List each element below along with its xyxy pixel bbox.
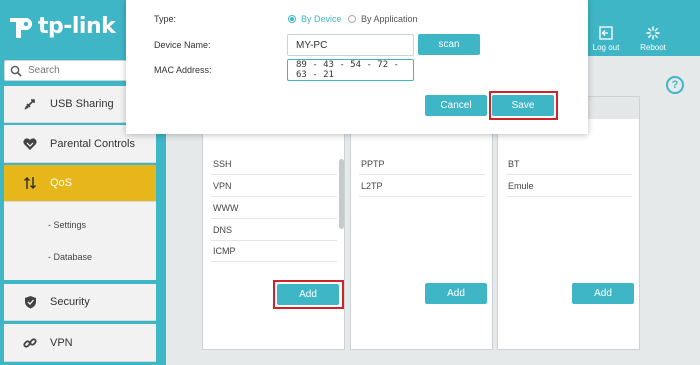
divider bbox=[211, 174, 337, 175]
service-item[interactable]: Emule bbox=[508, 181, 534, 191]
divider bbox=[211, 196, 337, 197]
sidebar-item-label: QoS bbox=[50, 177, 73, 189]
brand-name: tp-link bbox=[38, 13, 116, 39]
qos-arrows-icon bbox=[22, 176, 38, 190]
reboot-label: Reboot bbox=[640, 43, 666, 52]
sidebar-item-qos[interactable]: QoS bbox=[4, 165, 156, 202]
vpn-icon bbox=[22, 336, 38, 350]
service-item[interactable]: ICMP bbox=[213, 246, 236, 256]
highlight-box bbox=[273, 280, 344, 309]
scrollbar[interactable] bbox=[339, 159, 344, 229]
service-item[interactable]: PPTP bbox=[361, 159, 385, 169]
sidebar-item-vpn[interactable]: VPN bbox=[4, 324, 156, 362]
shield-icon bbox=[22, 295, 38, 309]
search-placeholder: Search bbox=[28, 65, 60, 76]
radio-label: By Device bbox=[301, 14, 342, 24]
radio-by-application[interactable]: By Application bbox=[348, 14, 418, 24]
divider bbox=[506, 174, 632, 175]
radio-by-device[interactable]: By Device bbox=[288, 14, 342, 24]
service-panel-1: SSH VPN WWW DNS ICMP bbox=[202, 96, 345, 350]
device-name-label: Device Name: bbox=[154, 40, 211, 50]
add-device-dialog: Type: By Device By Application Device Na… bbox=[126, 0, 588, 134]
radio-label: By Application bbox=[361, 14, 418, 24]
divider bbox=[359, 196, 485, 197]
service-item[interactable]: DNS bbox=[213, 225, 232, 235]
divider bbox=[359, 174, 485, 175]
add-button-panel-3[interactable]: Add bbox=[572, 283, 634, 304]
sidebar-item-label: Parental Controls bbox=[50, 137, 135, 150]
sidebar-item-label: VPN bbox=[50, 336, 73, 349]
mac-address-field[interactable]: 89 - 43 - 54 - 72 - 63 - 21 bbox=[287, 59, 414, 81]
radio-dot-icon bbox=[348, 15, 356, 23]
search-icon bbox=[10, 65, 22, 77]
sidebar-item-label: Security bbox=[50, 296, 90, 308]
service-item[interactable]: WWW bbox=[213, 203, 238, 213]
reboot-button[interactable]: Reboot bbox=[631, 26, 675, 52]
tp-link-logo-icon bbox=[6, 12, 34, 40]
logout-button[interactable]: Log out bbox=[584, 26, 628, 52]
help-icon[interactable]: ? bbox=[666, 76, 684, 94]
cancel-button[interactable]: Cancel bbox=[425, 95, 487, 116]
divider bbox=[211, 218, 337, 219]
reboot-icon bbox=[646, 26, 660, 40]
radio-dot-icon bbox=[288, 15, 296, 23]
service-item[interactable]: BT bbox=[508, 159, 520, 169]
scan-button[interactable]: scan bbox=[418, 34, 480, 55]
submenu-item-database[interactable]: - Database bbox=[48, 252, 92, 262]
divider bbox=[506, 196, 632, 197]
mac-address-label: MAC Address: bbox=[154, 65, 212, 75]
divider bbox=[211, 261, 337, 262]
service-panel-2: PPTP L2TP bbox=[350, 96, 493, 350]
sidebar-item-security[interactable]: Security bbox=[4, 284, 156, 321]
tp-link-logo: tp-link bbox=[6, 12, 116, 40]
divider bbox=[211, 240, 337, 241]
add-button-panel-2[interactable]: Add bbox=[425, 283, 487, 304]
parental-controls-icon bbox=[22, 137, 38, 151]
qos-submenu: - Settings - Database bbox=[4, 202, 156, 280]
submenu-item-settings[interactable]: - Settings bbox=[48, 220, 86, 230]
service-item[interactable]: L2TP bbox=[361, 181, 383, 191]
highlight-box bbox=[489, 91, 558, 120]
device-name-field[interactable]: MY-PC bbox=[287, 34, 414, 56]
type-label: Type: bbox=[154, 14, 177, 24]
service-panel-3: BT Emule bbox=[497, 96, 640, 350]
sidebar-item-label: USB Sharing bbox=[50, 98, 114, 110]
usb-icon bbox=[22, 97, 38, 111]
logout-icon bbox=[599, 26, 613, 40]
logout-label: Log out bbox=[592, 43, 620, 52]
service-item[interactable]: VPN bbox=[213, 181, 232, 191]
service-item[interactable]: SSH bbox=[213, 159, 232, 169]
